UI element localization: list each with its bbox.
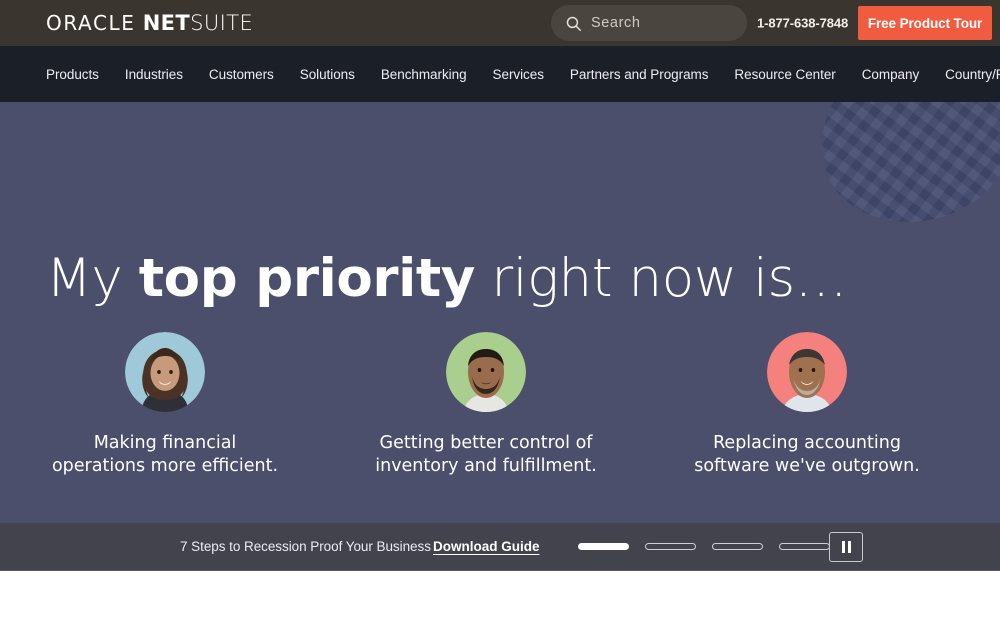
page-root: ORACLE NETSUITE 1-877-638-7848 Free Prod… [0,0,1000,630]
promo-text: 7 Steps to Recession Proof Your Business [180,539,431,554]
carousel-indicator-1[interactable] [578,543,629,550]
utility-header: ORACLE NETSUITE 1-877-638-7848 Free Prod… [0,0,1000,46]
main-navigation: Products Industries Customers Solutions … [0,46,1000,102]
nav-item-resource-center[interactable]: Resource Center [734,67,835,82]
nav-item-company[interactable]: Company [862,67,919,82]
hero-card: Replacing accounting software we've outg… [688,332,926,523]
nav-item-services[interactable]: Services [493,67,544,82]
pause-icon-bar-right [847,540,851,553]
logo-net-text: NET [142,11,191,35]
hero-card-text: Replacing accounting software we've outg… [694,433,920,476]
free-product-tour-button[interactable]: Free Product Tour [858,6,992,40]
carousel-pause-button[interactable] [829,531,863,562]
search-input[interactable] [591,15,721,31]
hero-banner: My top priority right now is… Making fin… [0,102,1000,523]
headline-suffix: right now is… [474,248,848,309]
carousel-indicators [578,543,830,550]
logo-oracle-text: ORACLE [46,11,136,35]
search-icon [566,16,581,31]
headline-emphasis: top priority [138,248,476,309]
search-box[interactable] [551,5,747,41]
hero-card-text: Getting better control of inventory and … [375,433,597,476]
avatar-woman-smiling [125,332,205,412]
nav-item-products[interactable]: Products [46,67,99,82]
avatar-man-beard [446,332,526,412]
hero-card: Getting better control of inventory and … [367,332,605,523]
nav-item-country-region[interactable]: Country/Region [945,67,1000,82]
avatar-man-gray-beard [767,332,847,412]
carousel-indicator-3[interactable] [712,543,763,550]
nav-item-customers[interactable]: Customers [209,67,274,82]
hero-card-text: Making financial operations more efficie… [51,433,279,476]
promo-carousel-bar: 7 Steps to Recession Proof Your Business… [0,523,1000,571]
carousel-indicator-4[interactable] [779,543,830,550]
nav-item-industries[interactable]: Industries [125,67,183,82]
hero-card-list: Making financial operations more efficie… [46,332,1000,523]
carousel-indicator-2[interactable] [645,543,696,550]
hero-headline: My top priority right now is… [46,248,848,309]
oracle-netsuite-logo[interactable]: ORACLE NETSUITE [46,11,253,35]
nav-item-partners[interactable]: Partners and Programs [570,67,709,82]
pause-icon-bar-left [841,540,845,553]
nav-item-solutions[interactable]: Solutions [300,67,355,82]
download-guide-link[interactable]: Download Guide [433,539,540,554]
support-phone-number[interactable]: 1-877-638-7848 [757,16,848,31]
headline-prefix: My [46,248,139,309]
logo-suite-text: SUITE [190,11,254,35]
page-content-below-fold [0,571,1000,629]
nav-item-benchmarking[interactable]: Benchmarking [381,67,467,82]
hero-card: Making financial operations more efficie… [46,332,284,523]
